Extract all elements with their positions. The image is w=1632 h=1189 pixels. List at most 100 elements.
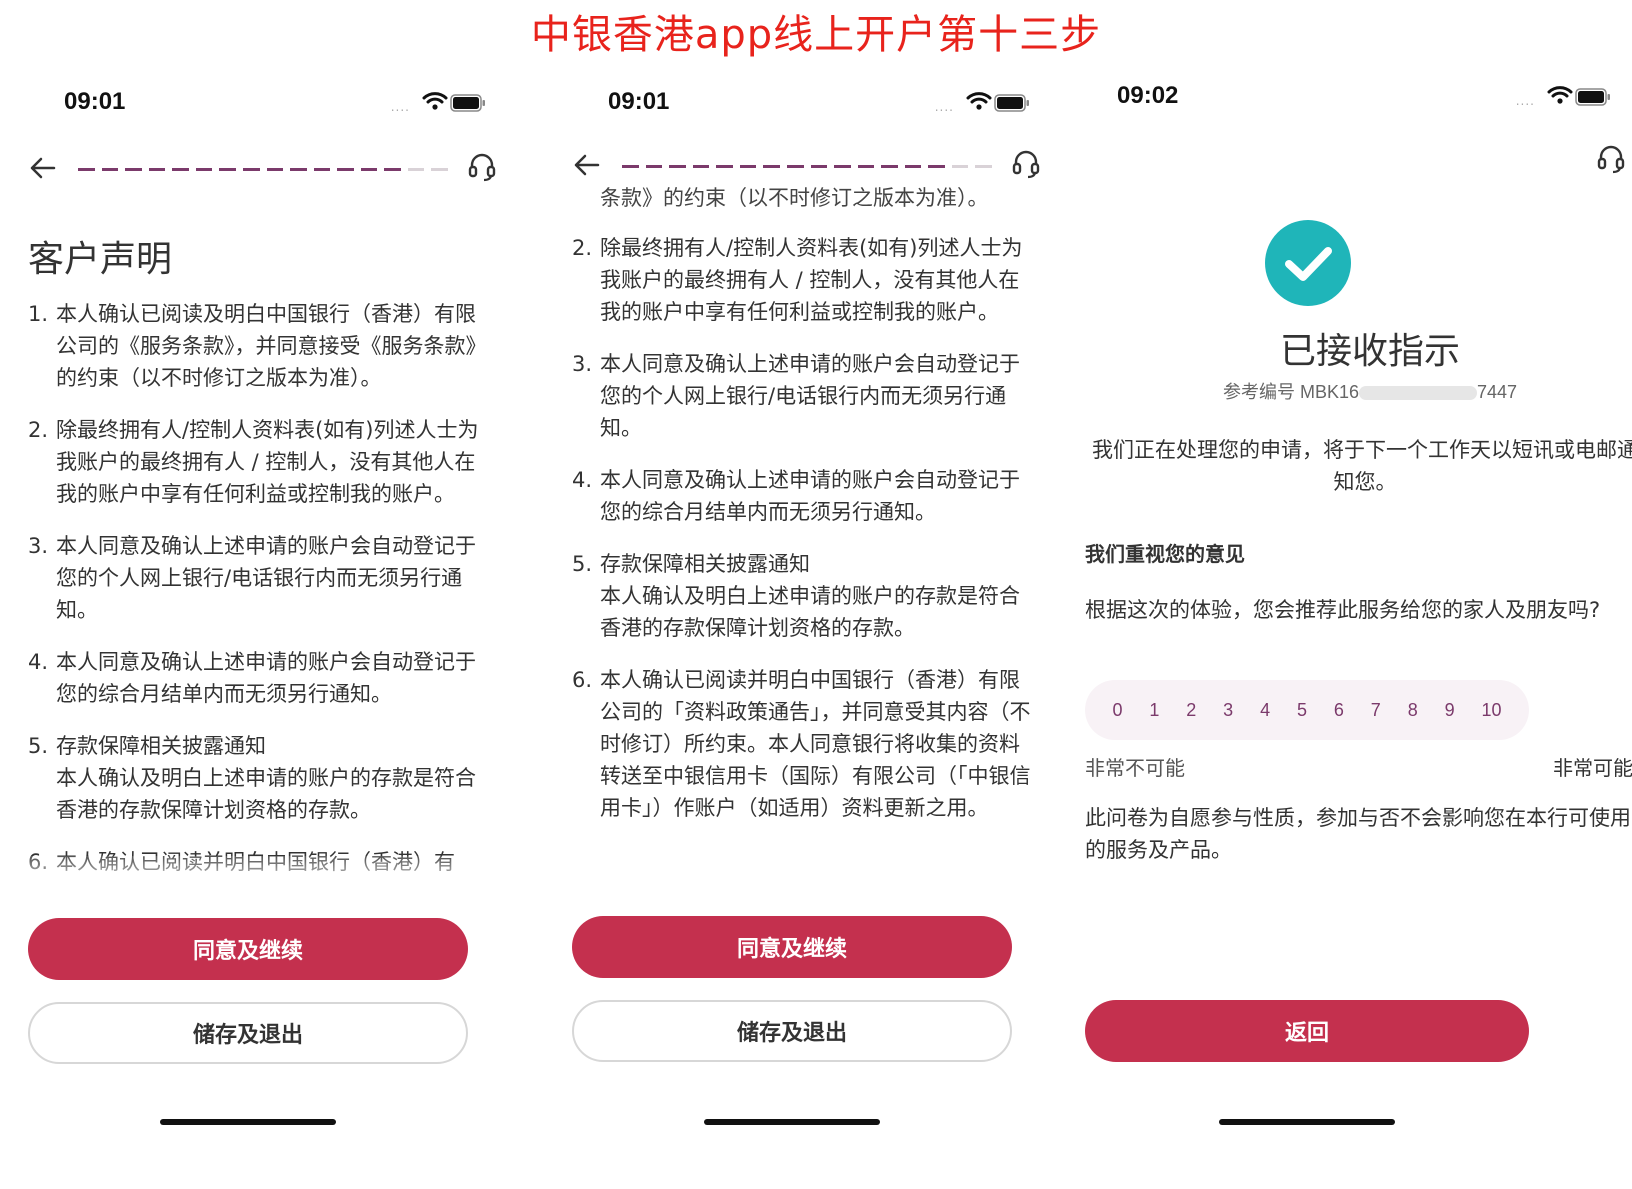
progress-segment [125,168,142,171]
item-number: 3. [572,352,593,376]
terms-item: 6. 本人确认已阅读并明白中国银行（香港）有限公司的「资料政策通告」，并同意受其内… [572,664,1032,824]
success-checkmark-icon [1265,220,1351,306]
item-heading: 存款保障相关披露通知 [600,552,810,576]
terms-item: 4. 本人同意及确认上述申请的账户会自动登记于您的综合月结单内而无须另行通知。 [572,464,1032,528]
rating-option-9[interactable]: 9 [1445,700,1455,721]
terms-item: 1. 本人确认已阅读及明白中国银行（香港）有限公司的《服务条款》，并同意接受《服务… [28,298,488,394]
progress-segment [290,168,307,171]
home-indicator [1219,1119,1395,1125]
status-bar: 09:02 .... [1117,80,1610,116]
progress-segment [101,168,119,171]
feedback-heading: 我们重视您的意见 [1085,542,1245,566]
progress-bar [622,165,992,168]
progress-segment [313,168,331,171]
item-text: 本人确认及明白上述申请的账户的存款是符合香港的存款保障计划资格的存款。 [600,584,1020,640]
terms-item: 2. 除最终拥有人/控制人资料表(如有)列述人士为我账户的最终拥有人 / 控制人，… [28,414,488,510]
progress-segment [431,168,448,171]
progress-segment [834,165,851,168]
progress-bar [78,168,448,171]
headset-support-icon[interactable] [1597,144,1625,178]
progress-segment [360,168,378,171]
progress-segment [337,168,354,171]
rating-option-6[interactable]: 6 [1334,700,1344,721]
progress-segment [975,165,992,168]
screen-declaration-scrolled: 09:01 .... 条款》的约束（以不时修订之版本为准）。 2. 除最终拥有人/… [572,72,1042,1189]
save-exit-button[interactable]: 储存及退出 [28,1002,468,1064]
reference-label: 参考编号 MBK16 [1222,382,1359,402]
progress-segment [148,168,166,171]
item-text: 本人同意及确认上述申请的账户会自动登记于您的个人网上银行/电话银行内而无须另行通… [600,352,1020,440]
success-title: 已接收指示 [1279,331,1460,372]
progress-segment [242,168,260,171]
terms-item: 4. 本人同意及确认上述申请的账户会自动登记于您的综合月结单内而无须另行通知。 [28,646,488,710]
progress-segment [669,165,686,168]
item-number: 2. [572,236,593,260]
home-indicator [160,1119,336,1125]
partial-clipped-text: 条款》的约束（以不时修订之版本为准）。 [600,186,989,210]
rating-option-8[interactable]: 8 [1408,700,1418,721]
wifi-icon [1547,84,1573,110]
terms-list: 1. 本人确认已阅读及明白中国银行（香港）有限公司的《服务条款》，并同意接受《服务… [28,298,488,890]
agree-continue-button[interactable]: 同意及继续 [572,916,1012,978]
rating-option-1[interactable]: 1 [1149,700,1159,721]
progress-segment [645,165,663,168]
item-text: 本人确认已阅读及明白中国银行（香港）有限公司的《服务条款》，并同意接受《服务条款… [56,302,487,390]
back-arrow-icon[interactable] [28,150,58,193]
progress-segment [928,165,945,168]
progress-segment [692,165,710,168]
item-number: 4. [28,650,49,674]
home-indicator [704,1119,880,1125]
progress-segment [407,168,425,171]
terms-item: 3. 本人同意及确认上述申请的账户会自动登记于您的个人网上银行/电话银行内而无须另… [28,530,488,626]
terms-list: 条款》的约束（以不时修订之版本为准）。 2. 除最终拥有人/控制人资料表(如有)列… [572,182,1032,890]
battery-icon [1575,88,1611,110]
rating-option-10[interactable]: 10 [1482,700,1502,721]
page-title: 中银香港app线上开户第十三步 [530,12,1102,58]
progress-segment [763,165,780,168]
return-button[interactable]: 返回 [1085,1000,1529,1062]
item-text: 除最终拥有人/控制人资料表(如有)列述人士为我账户的最终拥有人 / 控制人，没有… [600,236,1023,324]
item-number: 6. [572,668,593,692]
nps-rating-scale: 0 1 2 3 4 5 6 7 8 9 10 [1085,680,1529,740]
rating-option-4[interactable]: 4 [1260,700,1270,721]
screen-customer-declaration: 09:01 .... 客户声明 1. 本人确认已阅读及明白中国银行（香港）有限公司… [28,72,498,1189]
nav-bar [28,150,498,190]
rating-option-7[interactable]: 7 [1371,700,1381,721]
item-text: 本人确认及明白上述申请的账户的存款是符合香港的存款保障计划资格的存款。 [56,766,476,822]
progress-segment [857,165,875,168]
save-exit-button[interactable]: 储存及退出 [572,1000,1012,1062]
progress-segment [739,165,757,168]
scale-low-label: 非常不可能 [1085,756,1185,780]
item-text: 本人同意及确认上述申请的账户会自动登记于您的综合月结单内而无须另行通知。 [56,650,476,706]
rating-option-0[interactable]: 0 [1112,700,1122,721]
cellular-signal-icon: .... [390,100,410,114]
battery-icon [450,94,486,116]
item-text: 本人确认已阅读并明白中国银行（香港）有限公司的「资料政策通告」，并同意受其内容（… [600,668,1031,820]
scroll-fade [28,856,498,892]
rating-option-5[interactable]: 5 [1297,700,1307,721]
agree-continue-button[interactable]: 同意及继续 [28,918,468,980]
rating-option-2[interactable]: 2 [1186,700,1196,721]
progress-segment [716,165,733,168]
progress-segment [810,165,828,168]
status-time: 09:01 [64,88,126,115]
status-bar: 09:01 .... [28,86,498,122]
processing-message: 我们正在处理您的申请，将于下一个工作天以短讯或电邮通知您。 [1092,438,1632,494]
progress-segment [219,168,236,171]
reference-number: 参考编号 MBK16 7447 [1135,378,1605,404]
wifi-icon [422,90,448,116]
progress-segment [78,168,95,171]
headset-support-icon[interactable] [468,152,496,186]
wifi-icon [966,90,992,116]
status-time: 09:02 [1117,82,1179,109]
terms-item: 2. 除最终拥有人/控制人资料表(如有)列述人士为我账户的最终拥有人 / 控制人，… [572,232,1032,328]
reference-suffix: 7447 [1476,382,1518,402]
voluntary-note: 此问卷为自愿参与性质，参加与否不会影响您在本行可使用的服务及产品。 [1085,806,1631,862]
headset-support-icon[interactable] [1012,149,1040,183]
progress-segment [786,165,804,168]
progress-segment [266,168,284,171]
feedback-question: 根据这次的体验，您会推荐此服务给您的家人及朋友吗? [1085,598,1601,622]
rating-option-3[interactable]: 3 [1223,700,1233,721]
item-text: 本人同意及确认上述申请的账户会自动登记于您的个人网上银行/电话银行内而无须另行通… [56,534,476,622]
status-bar: 09:01 .... [572,86,1042,122]
